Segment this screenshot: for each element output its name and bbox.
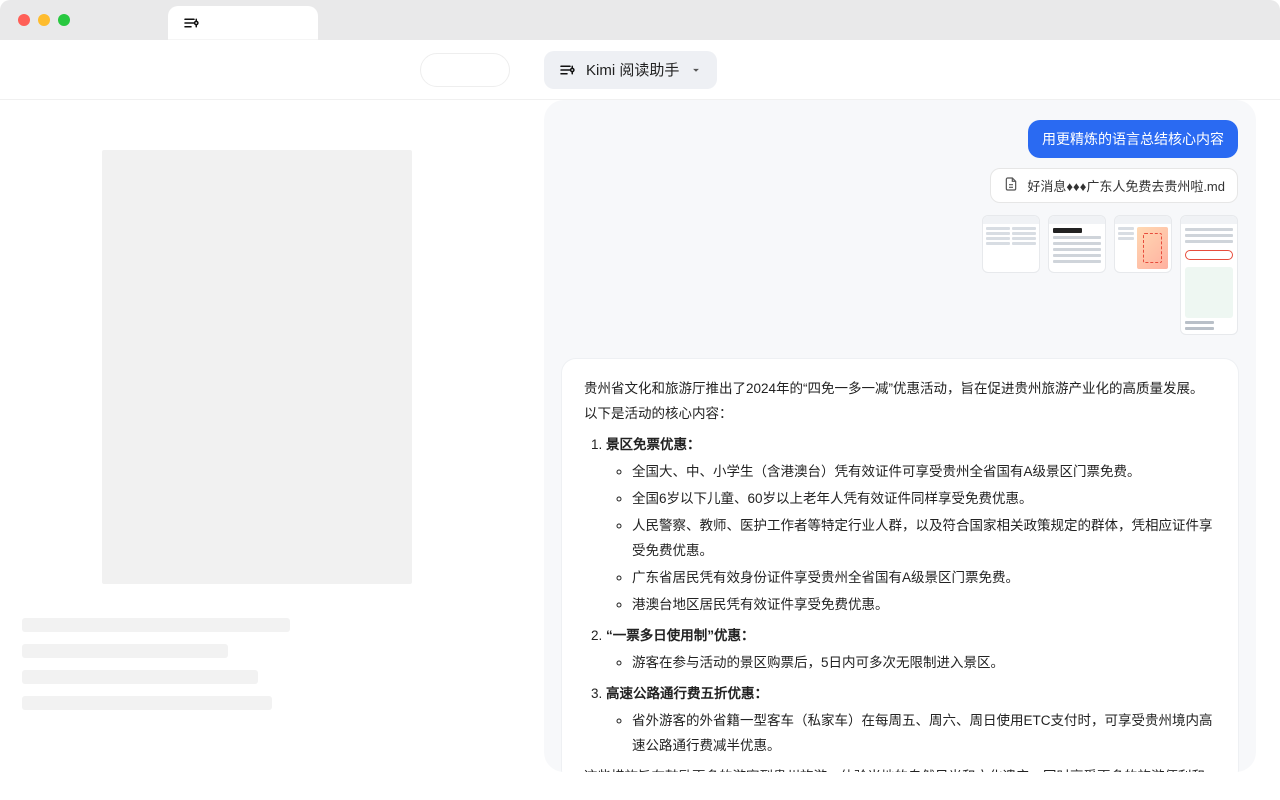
answer-item-heading: “一票多日使用制”优惠： — [606, 628, 755, 643]
thumbnail[interactable] — [1048, 215, 1106, 273]
assistant-icon — [558, 61, 576, 79]
window-zoom-button[interactable] — [58, 14, 70, 26]
thumbnail[interactable] — [1114, 215, 1172, 273]
chat-panel: 用更精炼的语言总结核心内容 好消息♦♦♦广东人免费去贵州啦.md — [544, 100, 1256, 772]
attachment-filename: 好消息♦♦♦广东人免费去贵州啦.md — [1027, 176, 1225, 195]
answer-bullet: 广东省居民凭有效身份证件享受贵州全省国有A级景区门票免费。 — [632, 566, 1216, 591]
thumbnail[interactable] — [982, 215, 1040, 273]
attachment-chip[interactable]: 好消息♦♦♦广东人免费去贵州啦.md — [990, 168, 1238, 203]
attachment-thumbnails — [982, 215, 1238, 335]
answer-list: 景区免票优惠： 全国大、中、小学生（含港澳台）凭有效证件可享受贵州全省国有A级景… — [584, 433, 1216, 759]
thumbnail[interactable] — [1180, 215, 1238, 335]
answer-bullet: 省外游客的外省籍一型客车（私家车）在每周五、周六、周日使用ETC支付时，可享受贵… — [632, 709, 1216, 759]
window-controls — [0, 0, 88, 40]
answer-item: 高速公路通行费五折优惠： 省外游客的外省籍一型客车（私家车）在每周五、周六、周日… — [606, 682, 1216, 759]
answer-bullet: 港澳台地区居民凭有效证件享受免费优惠。 — [632, 593, 1216, 618]
window-close-button[interactable] — [18, 14, 30, 26]
answer-bullet: 全国大、中、小学生（含港澳台）凭有效证件可享受贵州全省国有A级景区门票免费。 — [632, 460, 1216, 485]
user-message-area: 用更精炼的语言总结核心内容 好消息♦♦♦广东人免费去贵州啦.md — [562, 120, 1238, 335]
chevron-down-icon — [689, 63, 703, 77]
main-area: 用更精炼的语言总结核心内容 好消息♦♦♦广东人免费去贵州啦.md — [0, 100, 1280, 800]
answer-item: 景区免票优惠： 全国大、中、小学生（含港澳台）凭有效证件可享受贵州全省国有A级景… — [606, 433, 1216, 618]
assistant-response-card: 贵州省文化和旅游厅推出了2024年的“四免一多一减”优惠活动，旨在促进贵州旅游产… — [562, 359, 1238, 772]
answer-closing: 这些措施旨在鼓励更多的游客到贵州旅游，体验当地的自然风光和文化遗产，同时享受更多… — [584, 765, 1216, 772]
document-image-placeholder — [102, 150, 412, 584]
app-toolbar: Kimi 阅读助手 — [0, 40, 1280, 100]
skeleton-line — [22, 644, 228, 658]
answer-intro: 贵州省文化和旅游厅推出了2024年的“四免一多一减”优惠活动，旨在促进贵州旅游产… — [584, 377, 1216, 427]
app-icon — [182, 14, 200, 32]
answer-bullet: 全国6岁以下儿童、60岁以上老年人凭有效证件同样享受免费优惠。 — [632, 487, 1216, 512]
window-titlebar — [0, 0, 1280, 40]
window-minimize-button[interactable] — [38, 14, 50, 26]
skeleton-line — [22, 618, 290, 632]
answer-item-heading: 高速公路通行费五折优惠： — [606, 686, 768, 701]
skeleton-line — [22, 696, 272, 710]
skeleton-line — [22, 670, 258, 684]
file-icon — [1003, 176, 1019, 195]
document-text-placeholder — [20, 614, 524, 722]
answer-bullet: 人民警察、教师、医护工作者等特定行业人群，以及符合国家相关政策规定的群体，凭相应… — [632, 514, 1216, 564]
document-preview-pane — [0, 100, 544, 800]
answer-item: “一票多日使用制”优惠： 游客在参与活动的景区购票后，5日内可多次无限制进入景区… — [606, 624, 1216, 676]
user-message-bubble: 用更精炼的语言总结核心内容 — [1028, 120, 1238, 158]
answer-item-heading: 景区免票优惠： — [606, 437, 701, 452]
assistant-name: Kimi 阅读助手 — [586, 59, 679, 80]
browser-tab[interactable] — [168, 6, 318, 40]
assistant-selector[interactable]: Kimi 阅读助手 — [544, 51, 717, 89]
answer-bullet: 游客在参与活动的景区购票后，5日内可多次无限制进入景区。 — [632, 651, 1216, 676]
toolbar-pill-placeholder — [420, 53, 510, 87]
